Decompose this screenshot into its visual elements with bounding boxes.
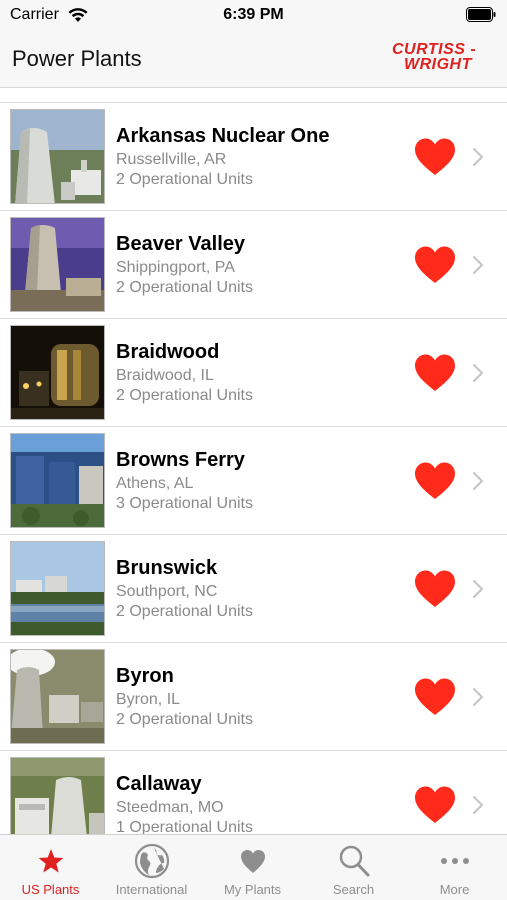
plant-location: Byron, IL <box>116 691 181 708</box>
plant-thumbnail <box>10 649 105 744</box>
plant-name: Brunswick <box>116 557 218 579</box>
plant-location: Steedman, MO <box>116 799 224 816</box>
plant-thumbnail <box>10 325 105 420</box>
plant-row[interactable]: Byron Byron, IL 2 Operational Units <box>0 643 507 751</box>
plant-row[interactable]: Callaway Steedman, MO 1 Operational Unit… <box>0 751 507 834</box>
plant-name: Arkansas Nuclear One <box>116 125 330 147</box>
tab-more[interactable]: More <box>404 835 505 900</box>
plant-name: Braidwood <box>116 341 220 363</box>
plant-location: Russellville, AR <box>116 151 227 168</box>
plant-units: 2 Operational Units <box>116 603 253 620</box>
plant-row[interactable]: Braidwood Braidwood, IL 2 Operational Un… <box>0 319 507 427</box>
plant-location: Braidwood, IL <box>116 367 214 384</box>
logo-line-2: WRIGHT <box>404 56 472 73</box>
favorite-heart-icon[interactable] <box>414 786 456 824</box>
chevron-right-icon <box>473 580 483 598</box>
plant-location: Athens, AL <box>116 475 194 492</box>
plant-thumbnail <box>10 217 105 312</box>
plant-units: 2 Operational Units <box>116 387 253 404</box>
heart-icon <box>241 850 265 873</box>
page-title: Power Plants <box>12 46 142 71</box>
plant-thumbnail <box>10 433 105 528</box>
favorite-heart-icon[interactable] <box>414 462 456 500</box>
battery-icon <box>466 7 496 22</box>
plant-row[interactable]: Arkansas Nuclear One Russellville, AR 2 … <box>0 103 507 211</box>
curtiss-wright-logo: CURTISS - WRIGHT <box>392 40 492 76</box>
tab-label: More <box>439 882 470 897</box>
plant-list[interactable]: Arkansas Nuclear One Russellville, AR 2 … <box>0 102 507 834</box>
plant-units: 2 Operational Units <box>116 279 253 296</box>
plant-location: Shippingport, PA <box>116 259 235 276</box>
plant-thumbnail <box>10 541 105 636</box>
more-icon <box>441 858 469 864</box>
clock-label: 6:39 PM <box>223 6 284 23</box>
plant-units: 1 Operational Units <box>116 819 253 834</box>
nav-bar: Power Plants CURTISS - WRIGHT <box>0 32 507 88</box>
favorite-heart-icon[interactable] <box>414 354 456 392</box>
favorite-heart-icon[interactable] <box>414 678 456 716</box>
plant-units: 3 Operational Units <box>116 495 253 512</box>
favorite-heart-icon[interactable] <box>414 138 456 176</box>
plant-name: Beaver Valley <box>116 233 245 255</box>
chevron-right-icon <box>473 796 483 814</box>
tab-us-plants[interactable]: US Plants <box>0 835 101 900</box>
plant-name: Byron <box>116 665 174 687</box>
plant-thumbnail <box>10 109 105 204</box>
chevron-right-icon <box>473 364 483 382</box>
star-icon <box>38 849 64 873</box>
chevron-right-icon <box>473 472 483 490</box>
plant-row[interactable]: Beaver Valley Shippingport, PA 2 Operati… <box>0 211 507 319</box>
tab-label: International <box>115 882 188 897</box>
plant-location: Southport, NC <box>116 583 218 600</box>
status-bar: Carrier 6:39 PM <box>0 0 507 32</box>
chevron-right-icon <box>473 256 483 274</box>
chevron-right-icon <box>473 148 483 166</box>
tab-bar: US Plants International My Plants Search… <box>0 834 507 900</box>
tab-label: Search <box>332 882 375 897</box>
plant-units: 2 Operational Units <box>116 711 253 728</box>
tab-my-plants[interactable]: My Plants <box>202 835 303 900</box>
globe-icon <box>134 843 170 879</box>
plant-name: Callaway <box>116 773 202 795</box>
favorite-heart-icon[interactable] <box>414 570 456 608</box>
plant-name: Browns Ferry <box>116 449 245 471</box>
plant-thumbnail <box>10 757 105 834</box>
plant-units: 2 Operational Units <box>116 171 253 188</box>
tab-label: My Plants <box>223 882 282 897</box>
tab-search[interactable]: Search <box>303 835 404 900</box>
search-icon <box>339 845 370 877</box>
chevron-right-icon <box>473 688 483 706</box>
plant-row[interactable]: Brunswick Southport, NC 2 Operational Un… <box>0 535 507 643</box>
favorite-heart-icon[interactable] <box>414 246 456 284</box>
tab-label: US Plants <box>21 882 80 897</box>
tab-international[interactable]: International <box>101 835 202 900</box>
plant-row[interactable]: Browns Ferry Athens, AL 3 Operational Un… <box>0 427 507 535</box>
